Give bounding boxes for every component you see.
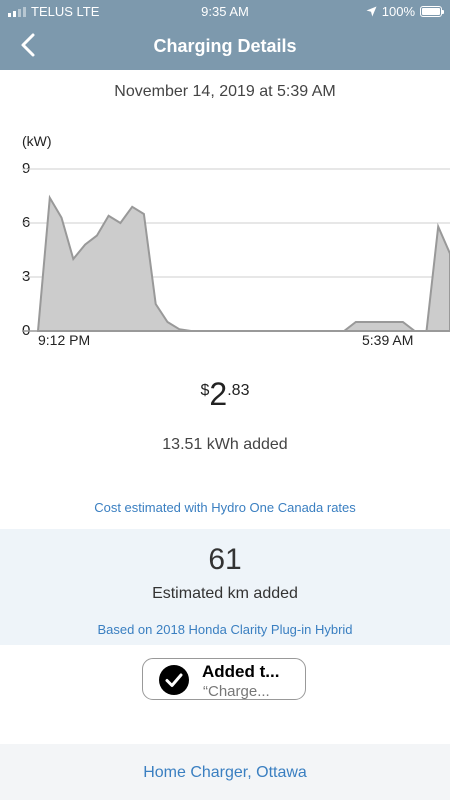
km-added-value: 61 bbox=[208, 543, 242, 576]
estimated-cost: $2.83 bbox=[0, 376, 450, 413]
x-tick-label: 5:39 AM bbox=[362, 332, 414, 348]
x-tick-label: 9:12 PM bbox=[38, 332, 91, 348]
checkmark-icon bbox=[159, 665, 189, 695]
top-bar: TELUS LTE 9:35 AM 100% Charging Details bbox=[0, 0, 450, 70]
battery-icon bbox=[420, 6, 444, 17]
charger-location-link[interactable]: Home Charger, Ottawa bbox=[0, 764, 450, 782]
toast-title: Added t... bbox=[202, 662, 280, 681]
power-chart bbox=[22, 168, 450, 332]
toast-subtitle: “Charge... bbox=[203, 683, 270, 700]
energy-added: 13.51 kWh added bbox=[162, 436, 288, 453]
page-title: Charging Details bbox=[153, 36, 297, 56]
power-area bbox=[36, 194, 450, 332]
location-arrow-icon bbox=[366, 6, 377, 17]
status-right: 100% bbox=[366, 4, 444, 19]
location-bar: Home Charger, Ottawa bbox=[0, 744, 450, 800]
km-added-label: Estimated km added bbox=[152, 585, 298, 602]
cost-dollars: 2 bbox=[209, 376, 228, 412]
session-datetime: November 14, 2019 at 5:39 AM bbox=[114, 83, 336, 100]
cost-cents: .83 bbox=[227, 382, 250, 399]
battery-percent: 100% bbox=[381, 4, 415, 19]
currency-symbol: $ bbox=[200, 382, 210, 399]
rates-link[interactable]: Cost estimated with Hydro One Canada rat… bbox=[0, 500, 450, 515]
vehicle-link[interactable]: Based on 2018 Honda Clarity Plug-in Hybr… bbox=[0, 622, 450, 637]
added-to-shortcut-toast[interactable]: Added t... “Charge... bbox=[142, 658, 306, 700]
range-panel: 61 Estimated km added Based on 2018 Hond… bbox=[0, 529, 450, 645]
y-axis-label: (kW) bbox=[22, 133, 52, 149]
